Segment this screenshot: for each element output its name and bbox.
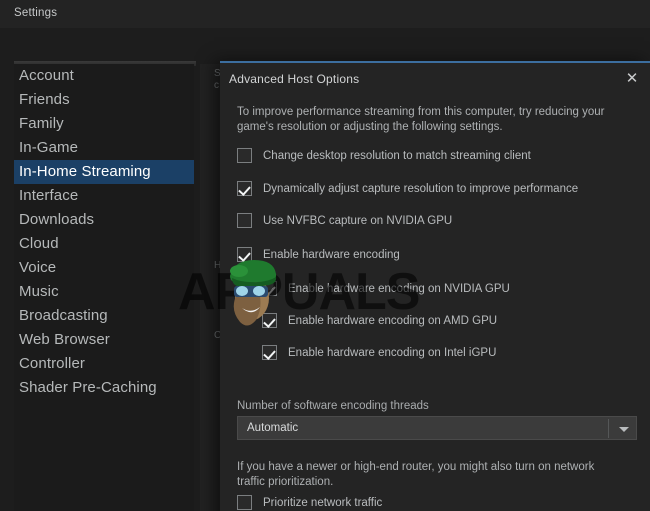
checkbox-row-hardware-encoding-amd[interactable]: Enable hardware encoding on AMD GPU — [262, 313, 497, 328]
encoding-threads-value: Automatic — [247, 422, 299, 434]
sidebar-item-label: Web Browser — [19, 331, 110, 348]
checkbox-label: Enable hardware encoding on Intel iGPU — [288, 346, 497, 359]
sidebar-item-account[interactable]: Account — [14, 64, 194, 88]
select-divider — [608, 419, 609, 438]
checkbox-hardware-encoding-nvidia[interactable] — [262, 281, 277, 296]
sidebar-item-label: Downloads — [19, 211, 95, 228]
sidebar-item-music[interactable]: Music — [14, 280, 194, 304]
checkbox-row-dynamically-adjust-capture[interactable]: Dynamically adjust capture resolution to… — [237, 181, 578, 196]
checkbox-row-prioritize-network-traffic[interactable]: Prioritize network traffic — [237, 495, 382, 510]
sidebar-item-label: Friends — [19, 91, 70, 108]
checkbox-label: Prioritize network traffic — [263, 496, 383, 509]
checkbox-prioritize-network-traffic[interactable] — [237, 495, 252, 510]
sidebar-item-label: Broadcasting — [19, 307, 108, 324]
checkbox-label: Change desktop resolution to match strea… — [263, 149, 531, 162]
sidebar-item-label: Account — [19, 67, 74, 84]
checkbox-hardware-encoding-amd[interactable] — [262, 313, 277, 328]
checkbox-row-change-desktop-resolution[interactable]: Change desktop resolution to match strea… — [237, 148, 531, 163]
sidebar-item-label: In-Home Streaming — [19, 163, 151, 180]
sidebar-item-downloads[interactable]: Downloads — [14, 208, 194, 232]
checkbox-row-enable-hardware-encoding[interactable]: Enable hardware encoding — [237, 247, 400, 262]
checkbox-label: Use NVFBC capture on NVIDIA GPU — [263, 214, 453, 227]
sidebar-item-label: Cloud — [19, 235, 59, 252]
sidebar-item-shader-pre-caching[interactable]: Shader Pre-Caching — [14, 376, 194, 400]
sidebar-item-label: Shader Pre-Caching — [19, 379, 157, 396]
sidebar-item-label: Family — [19, 115, 64, 132]
close-icon[interactable]: ✕ — [622, 69, 642, 89]
checkbox-label: Enable hardware encoding — [263, 248, 400, 261]
checkbox-row-hardware-encoding-intel[interactable]: Enable hardware encoding on Intel iGPU — [262, 345, 496, 360]
window-body: S c H C V Account Friends Family In-Game… — [0, 28, 650, 511]
window-title: Settings — [14, 7, 58, 19]
advanced-host-options-dialog: Advanced Host Options ✕ To improve perfo… — [220, 61, 650, 511]
checkbox-label: Dynamically adjust capture resolution to… — [263, 182, 579, 195]
checkbox-row-hardware-encoding-nvidia[interactable]: Enable hardware encoding on NVIDIA GPU — [262, 281, 510, 296]
chevron-down-icon[interactable] — [619, 427, 629, 432]
sidebar-item-label: In-Game — [19, 139, 79, 156]
checkbox-change-desktop-resolution[interactable] — [237, 148, 252, 163]
checkbox-label: Enable hardware encoding on AMD GPU — [288, 314, 498, 327]
dialog-title: Advanced Host Options — [229, 72, 360, 86]
window-titlebar: Settings — [0, 0, 650, 28]
sidebar-item-label: Interface — [19, 187, 79, 204]
dialog-header: Advanced Host Options ✕ — [220, 63, 650, 95]
sidebar-item-label: Controller — [19, 355, 86, 372]
checkbox-row-use-nvfbc-capture[interactable]: Use NVFBC capture on NVIDIA GPU — [237, 213, 452, 228]
bg-fragment: c — [214, 80, 219, 91]
checkbox-hardware-encoding-intel[interactable] — [262, 345, 277, 360]
settings-sidebar: Account Friends Family In-Game In-Home S… — [14, 64, 194, 511]
sidebar-item-broadcasting[interactable]: Broadcasting — [14, 304, 194, 328]
dialog-intro-text: To improve performance streaming from th… — [237, 106, 605, 133]
screenshot-root: Settings S c H C V Account Friends Famil… — [0, 0, 650, 511]
sidebar-item-controller[interactable]: Controller — [14, 352, 194, 376]
encoding-threads-select[interactable]: Automatic — [237, 416, 637, 440]
encoding-threads-label: Number of software encoding threads — [237, 400, 429, 412]
sidebar-item-interface[interactable]: Interface — [14, 184, 194, 208]
checkbox-enable-hardware-encoding[interactable] — [237, 247, 252, 262]
sidebar-item-voice[interactable]: Voice — [14, 256, 194, 280]
checkbox-dynamically-adjust-capture[interactable] — [237, 181, 252, 196]
checkbox-use-nvfbc-capture[interactable] — [237, 213, 252, 228]
network-prioritization-note: If you have a newer or high-end router, … — [237, 461, 595, 488]
sidebar-item-in-home-streaming[interactable]: In-Home Streaming — [14, 160, 194, 184]
sidebar-item-label: Music — [19, 283, 59, 300]
sidebar-item-friends[interactable]: Friends — [14, 88, 194, 112]
sidebar-item-cloud[interactable]: Cloud — [14, 232, 194, 256]
dialog-body: To improve performance streaming from th… — [220, 95, 650, 511]
sidebar-item-family[interactable]: Family — [14, 112, 194, 136]
sidebar-item-in-game[interactable]: In-Game — [14, 136, 194, 160]
checkbox-label: Enable hardware encoding on NVIDIA GPU — [288, 282, 510, 295]
sidebar-item-web-browser[interactable]: Web Browser — [14, 328, 194, 352]
sidebar-item-label: Voice — [19, 259, 57, 276]
